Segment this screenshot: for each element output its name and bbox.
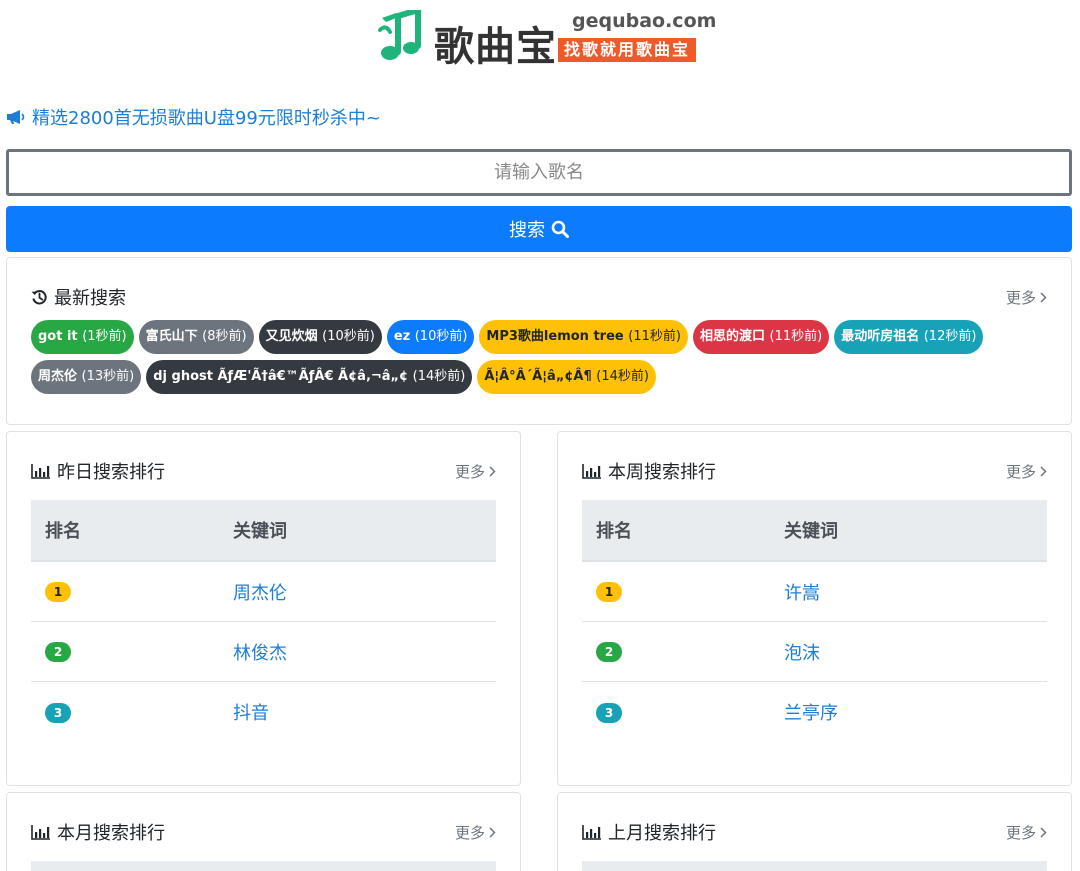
logo-domain: gequbao.com xyxy=(572,10,717,32)
recent-tag-text: got it xyxy=(38,329,78,344)
chevron-right-icon xyxy=(1040,465,1047,477)
yesterday-rank-table: 排名 关键词 1 周杰伦 2 林俊杰 3 抖音 xyxy=(31,500,496,742)
keyword-link[interactable]: 林俊杰 xyxy=(233,643,287,664)
recent-tag-text: 相思的渡口 xyxy=(699,329,765,344)
search-icon xyxy=(551,220,569,238)
table-header xyxy=(31,861,496,871)
table-row: 2 泡沫 xyxy=(582,622,1047,682)
yesterday-title: 昨日搜索排行 xyxy=(57,462,165,483)
table-row: 3 抖音 xyxy=(31,682,496,742)
table-row: 1 周杰伦 xyxy=(31,562,496,622)
recent-tag[interactable]: MP3歌曲lemon tree (11秒前) xyxy=(479,320,688,354)
recent-tag-time: (10秒前) xyxy=(414,329,468,344)
search-input[interactable] xyxy=(6,149,1072,196)
recent-tag-text: 又见炊烟 xyxy=(265,329,318,344)
week-rank-table: 排名 关键词 1 许嵩 2 泡沫 3 兰亭序 xyxy=(582,500,1047,742)
recent-tag[interactable]: 相思的渡口 (11秒前) xyxy=(692,320,830,354)
recent-tag-time: (14秒前) xyxy=(596,369,649,384)
promo-text: 精选2800首无损歌曲U盘99元限时秒杀中~ xyxy=(32,108,381,129)
recent-title: 最新搜索 xyxy=(54,288,126,309)
rank-badge: 2 xyxy=(45,642,71,662)
table-header: 排名 关键词 xyxy=(31,500,496,562)
promo-link[interactable]: 精选2800首无损歌曲U盘99元限时秒杀中~ xyxy=(6,104,381,130)
week-title: 本周搜索排行 xyxy=(608,462,716,483)
chevron-right-icon xyxy=(489,465,496,477)
search-button-label: 搜索 xyxy=(509,220,545,241)
rank-badge: 3 xyxy=(596,702,622,723)
bar-chart-icon xyxy=(31,464,50,479)
lastmonth-more-link[interactable]: 更多 xyxy=(1006,822,1047,843)
recent-tag-time: (10秒前) xyxy=(322,329,375,344)
week-more-link[interactable]: 更多 xyxy=(1006,461,1047,482)
keyword-link[interactable]: 许嵩 xyxy=(784,583,820,604)
month-more-link[interactable]: 更多 xyxy=(455,822,496,843)
yesterday-more-link[interactable]: 更多 xyxy=(455,461,496,482)
chevron-right-icon xyxy=(1040,826,1047,838)
recent-more-link[interactable]: 更多 xyxy=(1006,287,1047,308)
recent-tag-time: (14秒前) xyxy=(412,369,466,384)
recent-tag[interactable]: ez (10秒前) xyxy=(386,320,475,354)
recent-tag-time: (13秒前) xyxy=(81,369,135,384)
table-header xyxy=(582,861,1047,871)
history-icon xyxy=(31,289,47,304)
rank-badge: 3 xyxy=(45,702,71,723)
lastmonth-title: 上月搜索排行 xyxy=(608,823,716,844)
chevron-right-icon xyxy=(489,826,496,838)
recent-tag-text: dj ghost ÃƒÆ'Ã†â€™ÃƒÂ€ Ã¢â‚¬â„¢ xyxy=(153,369,409,384)
recent-tag[interactable]: dj ghost ÃƒÆ'Ã†â€™ÃƒÂ€ Ã¢â‚¬â„¢ (14秒前) xyxy=(146,360,473,394)
recent-tag-text: MP3歌曲lemon tree xyxy=(486,329,624,344)
month-rank-card: 本月搜索排行 更多 xyxy=(6,792,521,871)
yesterday-rank-card: 昨日搜索排行 更多 排名 关键词 1 周杰伦 2 林俊杰 3 抖音 xyxy=(6,431,521,786)
recent-tag-text: Ã¦Â°Â´Ã¦â„¢Â¶ xyxy=(484,369,592,384)
recent-tag-text: 最动听房祖名 xyxy=(841,329,920,344)
keyword-link[interactable]: 抖音 xyxy=(233,703,269,724)
chevron-right-icon xyxy=(1040,291,1047,303)
keyword-link[interactable]: 周杰伦 xyxy=(233,583,287,604)
site-logo[interactable]: 歌曲宝 gequbao.com 找歌就用歌曲宝 xyxy=(376,8,717,70)
recent-search-card: 最新搜索 更多 got it (1秒前) 富氏山下 (8秒前) 又见炊烟 (10秒前… xyxy=(6,257,1072,425)
rank-badge: 1 xyxy=(45,582,71,602)
recent-tag-text: 富氏山下 xyxy=(145,329,198,344)
lastmonth-rank-card: 上月搜索排行 更多 xyxy=(557,792,1072,871)
recent-tag-text: ez xyxy=(393,329,411,344)
keyword-link[interactable]: 兰亭序 xyxy=(784,703,838,724)
logo-slogan: 找歌就用歌曲宝 xyxy=(558,38,697,62)
month-title: 本月搜索排行 xyxy=(57,823,165,844)
keyword-link[interactable]: 泡沫 xyxy=(784,643,820,664)
recent-tag-time: (8秒前) xyxy=(202,329,247,344)
recent-tag[interactable]: got it (1秒前) xyxy=(31,320,134,354)
recent-tag[interactable]: 周杰伦 (13秒前) xyxy=(31,360,142,394)
recent-tag-time: (11秒前) xyxy=(769,329,823,344)
logo-title: 歌曲宝 xyxy=(434,24,557,70)
table-row: 1 许嵩 xyxy=(582,562,1047,622)
table-header: 排名 关键词 xyxy=(582,500,1047,562)
table-row: 2 林俊杰 xyxy=(31,622,496,682)
bar-chart-icon xyxy=(31,825,50,840)
bar-chart-icon xyxy=(582,464,601,479)
table-row: 3 兰亭序 xyxy=(582,682,1047,742)
recent-tag-text: 周杰伦 xyxy=(38,369,78,384)
megaphone-icon xyxy=(7,110,25,124)
rank-badge: 1 xyxy=(596,582,622,602)
recent-tag[interactable]: Ã¦Â°Â´Ã¦â„¢Â¶ (14秒前) xyxy=(477,360,656,394)
recent-tag-time: (1秒前) xyxy=(82,329,127,344)
recent-tag-time: (11秒前) xyxy=(628,329,681,344)
rank-badge: 2 xyxy=(596,642,622,662)
recent-tag[interactable]: 又见炊烟 (10秒前) xyxy=(258,320,382,354)
search-button[interactable]: 搜索 xyxy=(6,206,1072,252)
recent-tag[interactable]: 富氏山下 (8秒前) xyxy=(138,320,254,354)
recent-tags: got it (1秒前) 富氏山下 (8秒前) 又见炊烟 (10秒前) ez (10秒… xyxy=(31,320,1047,394)
recent-tag[interactable]: 最动听房祖名 (12秒前) xyxy=(834,320,984,354)
music-note-icon xyxy=(378,10,421,60)
bar-chart-icon xyxy=(582,825,601,840)
recent-tag-time: (12秒前) xyxy=(923,329,977,344)
week-rank-card: 本周搜索排行 更多 排名 关键词 1 许嵩 2 泡沫 3 兰亭序 xyxy=(557,431,1072,786)
